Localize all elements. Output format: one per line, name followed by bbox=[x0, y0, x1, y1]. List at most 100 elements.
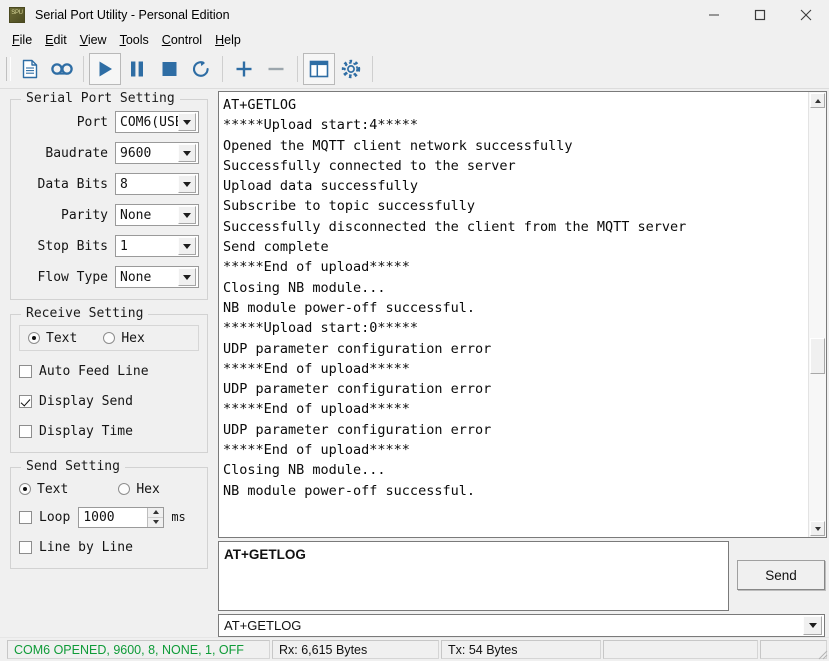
menu-edit[interactable]: Edit bbox=[39, 31, 74, 49]
data-bits-value: 8 bbox=[120, 176, 128, 192]
window-controls bbox=[691, 0, 829, 29]
scroll-up-icon[interactable] bbox=[810, 93, 825, 108]
data-bits-label: Data Bits bbox=[37, 176, 108, 192]
baudrate-chevron-down-icon[interactable] bbox=[178, 144, 196, 162]
menu-view[interactable]: View bbox=[74, 31, 114, 49]
data-bits-select[interactable]: 8 bbox=[115, 173, 199, 195]
terminal-output[interactable]: AT+GETLOG *****Upload start:4***** Opene… bbox=[219, 92, 808, 537]
resize-grip-icon[interactable] bbox=[814, 646, 828, 660]
send-format-group: Text Hex bbox=[19, 478, 199, 500]
send-setting-title: Send Setting bbox=[21, 459, 125, 474]
refresh-button[interactable] bbox=[185, 53, 217, 85]
remove-button[interactable] bbox=[260, 53, 292, 85]
port-row: Port COM6(USE bbox=[19, 110, 199, 134]
scrollbar-thumb[interactable] bbox=[810, 337, 825, 374]
stop-icon bbox=[162, 62, 177, 76]
data-bits-chevron-down-icon[interactable] bbox=[178, 175, 196, 193]
flow-type-select[interactable]: None bbox=[115, 266, 199, 288]
display-send-label: Display Send bbox=[39, 393, 133, 409]
menu-file-label: ile bbox=[19, 32, 33, 47]
menu-bar: File Edit View Tools Control Help bbox=[0, 29, 829, 50]
menu-file[interactable]: File bbox=[6, 31, 39, 49]
line-by-line-checkbox-icon bbox=[19, 540, 32, 554]
receive-text-radio[interactable]: Text bbox=[28, 331, 77, 346]
menu-edit-accel: E bbox=[45, 32, 54, 47]
loop-interval-stepper[interactable]: 1000 bbox=[78, 506, 165, 528]
panel-toggle-button[interactable] bbox=[303, 53, 335, 85]
stop-bits-value: 1 bbox=[120, 238, 128, 254]
menu-control[interactable]: Control bbox=[156, 31, 209, 49]
menu-view-accel: V bbox=[79, 32, 88, 47]
receive-hex-label: Hex bbox=[121, 330, 145, 346]
loop-stepper-down-icon[interactable] bbox=[148, 517, 164, 527]
send-text-radio[interactable]: Text bbox=[19, 482, 68, 497]
parity-value: None bbox=[120, 207, 152, 223]
add-icon bbox=[236, 61, 252, 77]
display-send-checkbox-icon bbox=[19, 394, 32, 408]
terminal-scrollbar[interactable] bbox=[808, 92, 826, 537]
close-button[interactable] bbox=[783, 0, 829, 29]
loop-unit-label: ms bbox=[171, 510, 186, 524]
add-button[interactable] bbox=[228, 53, 260, 85]
send-history-chevron-down-icon[interactable] bbox=[803, 616, 822, 635]
receive-hex-radio-icon bbox=[103, 332, 116, 344]
settings-gear-icon bbox=[341, 59, 361, 79]
display-time-checkbox[interactable]: Display Time bbox=[19, 420, 199, 442]
record-button[interactable] bbox=[46, 53, 78, 85]
send-button[interactable]: Send bbox=[737, 560, 825, 590]
send-history-select[interactable]: AT+GETLOG bbox=[218, 614, 825, 637]
settings-button[interactable] bbox=[335, 53, 367, 85]
maximize-button[interactable] bbox=[737, 0, 783, 29]
send-area: AT+GETLOG Send bbox=[218, 541, 827, 614]
receive-setting-group: Receive Setting Text Hex Auto Feed Line bbox=[10, 306, 208, 453]
toolbar-grip[interactable] bbox=[6, 57, 11, 81]
display-time-label: Display Time bbox=[39, 423, 133, 439]
menu-help[interactable]: Help bbox=[209, 31, 248, 49]
status-tx-bytes: Tx: 54 Bytes bbox=[441, 640, 601, 659]
send-hex-label: Hex bbox=[136, 481, 160, 497]
receive-setting-title: Receive Setting bbox=[21, 306, 149, 321]
serial-port-setting-group: Serial Port Setting Port COM6(USE Baudra… bbox=[10, 91, 208, 300]
send-input[interactable]: AT+GETLOG bbox=[218, 541, 729, 611]
terminal-pane: AT+GETLOG *****Upload start:4***** Opene… bbox=[218, 89, 829, 637]
send-hex-radio[interactable]: Hex bbox=[118, 481, 160, 497]
pause-button[interactable] bbox=[121, 53, 153, 85]
terminal-container: AT+GETLOG *****Upload start:4***** Opene… bbox=[218, 91, 827, 538]
parity-row: Parity None bbox=[19, 203, 199, 227]
status-connection: COM6 OPENED, 9600, 8, NONE, 1, OFF bbox=[7, 640, 270, 659]
loop-stepper-up-icon[interactable] bbox=[148, 507, 164, 518]
display-send-checkbox[interactable]: Display Send bbox=[19, 390, 199, 412]
flow-type-chevron-down-icon[interactable] bbox=[178, 268, 196, 286]
stop-bits-label: Stop Bits bbox=[37, 238, 108, 254]
parity-select[interactable]: None bbox=[115, 204, 199, 226]
new-file-button[interactable] bbox=[14, 53, 46, 85]
send-history-value: AT+GETLOG bbox=[224, 618, 302, 633]
scroll-down-icon[interactable] bbox=[810, 521, 825, 536]
parity-label: Parity bbox=[61, 207, 108, 223]
stop-bits-select[interactable]: 1 bbox=[115, 235, 199, 257]
loop-row: Loop 1000 ms bbox=[19, 506, 199, 528]
play-button[interactable] bbox=[89, 53, 121, 85]
serial-port-setting-title: Serial Port Setting bbox=[21, 91, 180, 106]
port-select[interactable]: COM6(USE bbox=[115, 111, 199, 133]
port-chevron-down-icon[interactable] bbox=[178, 113, 196, 131]
send-text-label: Text bbox=[37, 481, 69, 497]
receive-hex-radio[interactable]: Hex bbox=[103, 330, 145, 346]
auto-feed-line-checkbox[interactable]: Auto Feed Line bbox=[19, 360, 199, 382]
main-content: Serial Port Setting Port COM6(USE Baudra… bbox=[0, 89, 829, 637]
minimize-button[interactable] bbox=[691, 0, 737, 29]
parity-chevron-down-icon[interactable] bbox=[178, 206, 196, 224]
stop-bits-chevron-down-icon[interactable] bbox=[178, 237, 196, 255]
menu-tools[interactable]: Tools bbox=[114, 31, 156, 49]
toolbar-separator-4 bbox=[372, 56, 373, 82]
loop-checkbox-icon[interactable] bbox=[19, 510, 32, 524]
stop-button[interactable] bbox=[153, 53, 185, 85]
baudrate-row: Baudrate 9600 bbox=[19, 141, 199, 165]
serial-port-utility-window: Serial Port Utility - Personal Edition F… bbox=[0, 0, 829, 661]
menu-help-label: elp bbox=[224, 32, 241, 47]
line-by-line-checkbox[interactable]: Line by Line bbox=[19, 536, 199, 558]
status-blank-1 bbox=[603, 640, 758, 659]
menu-help-accel: H bbox=[215, 32, 225, 47]
baudrate-select[interactable]: 9600 bbox=[115, 142, 199, 164]
receive-text-radio-icon bbox=[28, 332, 40, 344]
